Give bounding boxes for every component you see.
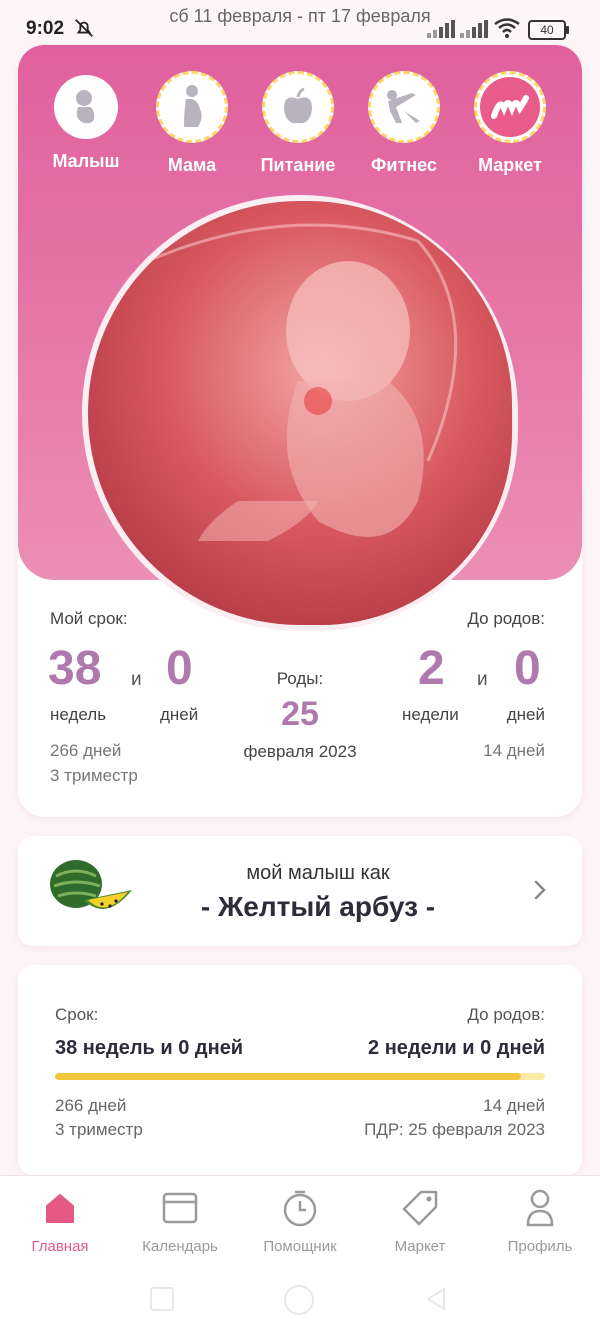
bottom-navigation: Главная Календарь Помощник Маркет Профил…	[0, 1175, 600, 1266]
trimester: 3 триместр	[50, 766, 138, 785]
nav-label: Маркет	[478, 155, 542, 175]
progress-trimester: 3 триместр	[55, 1120, 143, 1139]
chevron-right-icon	[534, 880, 546, 900]
fitness-icon	[368, 71, 440, 143]
status-bar: 9:02 сб 11 февраля - пт 17 февраля 40	[0, 0, 600, 46]
progress-bar-fill	[55, 1073, 521, 1080]
tab-market[interactable]: Маркет	[360, 1188, 480, 1255]
signal-icon	[460, 20, 488, 38]
tab-assistant[interactable]: Помощник	[240, 1188, 360, 1255]
calendar-icon	[162, 1192, 198, 1224]
until-birth-label: До родов:	[467, 609, 545, 628]
progress-until-value: 2 недели и 0 дней	[368, 1037, 545, 1059]
baby-size-card[interactable]: мой малыш как - Желтый арбуз -	[18, 836, 582, 946]
progress-days-left: 14 дней	[483, 1096, 545, 1115]
market-logo-icon	[474, 71, 546, 143]
nav-market[interactable]: Маркет	[460, 71, 560, 176]
tab-label: Маркет	[394, 1238, 446, 1255]
baby-size-subtitle: мой малыш как	[246, 862, 390, 884]
wifi-icon	[494, 18, 520, 38]
left-days-value: 0	[514, 642, 541, 695]
signal-icon	[427, 20, 455, 38]
progress-days: 266 дней	[55, 1096, 127, 1115]
tab-label: Профиль	[507, 1238, 573, 1255]
nav-nutrition[interactable]: Питание	[248, 71, 348, 176]
profile-icon	[526, 1189, 554, 1227]
tab-home[interactable]: Главная	[0, 1188, 120, 1255]
home-icon	[46, 1194, 74, 1223]
nav-label: Мама	[167, 155, 217, 175]
left-weeks-value: 2	[418, 642, 445, 695]
tab-label: Главная	[31, 1238, 89, 1255]
nav-baby[interactable]: Малыш	[36, 75, 136, 172]
baby-icon	[54, 75, 118, 139]
nav-label: Питание	[260, 155, 336, 175]
fetus-image	[82, 195, 518, 631]
tab-profile[interactable]: Профиль	[480, 1188, 600, 1255]
progress-term-label: Срок:	[55, 1005, 99, 1024]
system-navigation-bar	[0, 1265, 600, 1332]
and-label: и	[477, 669, 488, 690]
progress-until-label: До родов:	[467, 1005, 545, 1024]
left-weeks-unit: недели	[402, 705, 459, 724]
progress-term-value: 38 недель и 0 дней	[55, 1037, 244, 1059]
recent-apps-button[interactable]	[150, 1287, 174, 1311]
pregnancy-progress-bar	[55, 1073, 545, 1080]
my-term-label: Мой срок:	[50, 609, 128, 628]
left-days-unit: дней	[506, 705, 545, 724]
pregnancy-summary-card: Малыш Мама Питание Фитнес Маркет Мой сро…	[18, 45, 582, 817]
nav-mom[interactable]: Мама	[142, 71, 242, 176]
left-total-days: 14 дней	[483, 741, 545, 760]
watermelon-icon	[50, 860, 132, 909]
progress-pdr: ПДР: 25 февраля 2023	[364, 1120, 545, 1139]
progress-card: Срок: До родов: 38 недель и 0 дней 2 нед…	[18, 965, 582, 1175]
apple-icon	[262, 71, 334, 143]
tab-label: Календарь	[142, 1238, 218, 1255]
battery-icon: 40	[528, 20, 569, 40]
tab-label: Помощник	[263, 1238, 337, 1255]
tab-calendar[interactable]: Календарь	[120, 1188, 240, 1255]
tag-icon	[402, 1190, 438, 1226]
birth-label: Роды:	[276, 669, 324, 688]
pregnant-mom-icon	[156, 71, 228, 143]
back-button[interactable]	[424, 1285, 448, 1313]
home-button[interactable]	[284, 1285, 314, 1315]
due-day: 25	[281, 695, 319, 733]
timer-icon	[283, 1190, 317, 1227]
baby-size-title: - Желтый арбуз -	[200, 891, 436, 922]
nav-label: Фитнес	[371, 155, 437, 175]
nav-fitness[interactable]: Фитнес	[354, 71, 454, 176]
nav-label: Малыш	[52, 151, 120, 171]
